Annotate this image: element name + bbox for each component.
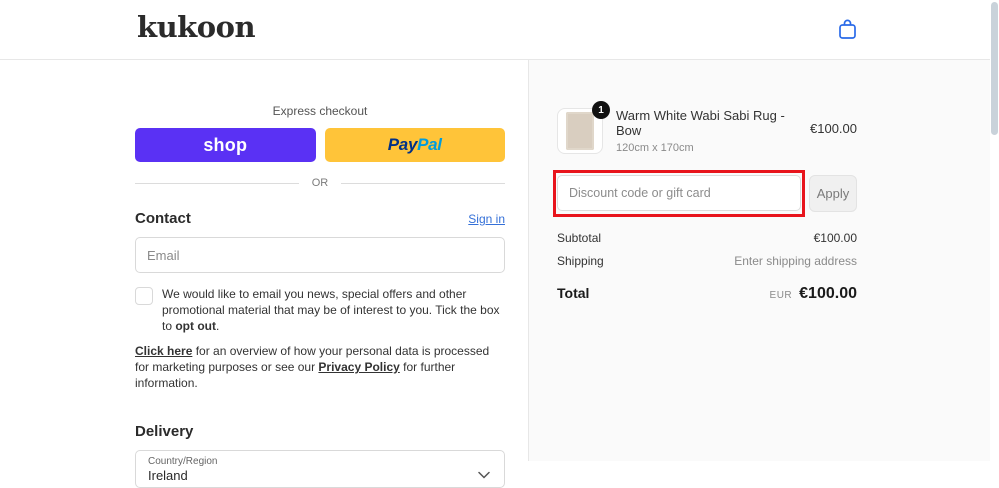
quantity-badge: 1 [592, 101, 610, 119]
or-divider: OR [135, 177, 505, 189]
paypal-button[interactable]: PayPal [324, 128, 505, 162]
express-checkout-label: Express checkout [272, 104, 368, 118]
shopping-bag-icon [838, 19, 857, 43]
shipping-label: Shipping [557, 254, 604, 268]
rug-image [566, 112, 594, 150]
country-select[interactable]: Country/Region Ireland [135, 450, 505, 488]
currency-code: EUR [769, 290, 793, 301]
product-thumbnail: 1 [557, 101, 610, 154]
email-field[interactable] [135, 237, 505, 273]
shop-pay-button[interactable]: shop [135, 128, 316, 162]
optout-label: We would like to email you news, special… [162, 287, 500, 333]
checkout-main: Express checkout shop PayPal OR Contact … [0, 60, 999, 488]
express-buttons: shop PayPal [135, 128, 505, 162]
or-label: OR [311, 177, 329, 189]
discount-code-input[interactable] [557, 175, 801, 211]
click-here-link[interactable]: Click here [135, 344, 192, 358]
product-title: Warm White Wabi Sabi Rug - Bow [616, 108, 785, 138]
discount-row: Apply [553, 170, 857, 217]
paypal-logo: PayPal [387, 135, 442, 154]
shop-pay-logo: shop [203, 134, 248, 155]
total-value: €100.00 [799, 285, 857, 302]
cart-line-item: 1 Warm White Wabi Sabi Rug - Bow 120cm x… [557, 60, 857, 154]
totals-section: Subtotal €100.00 Shipping Enter shipping… [557, 231, 857, 303]
optout-checkbox[interactable] [135, 287, 153, 305]
order-summary-column: 1 Warm White Wabi Sabi Rug - Bow 120cm x… [528, 60, 999, 461]
product-price: €100.00 [810, 121, 857, 136]
privacy-paragraph: Click here for an overview of how your p… [135, 344, 490, 390]
delivery-heading: Delivery [135, 423, 194, 440]
store-logo[interactable]: kukoon [137, 10, 256, 44]
subtotal-label: Subtotal [557, 231, 602, 245]
checkout-form-column: Express checkout shop PayPal OR Contact … [0, 60, 528, 488]
page-scrollbar-track [990, 0, 999, 462]
subtotal-value: €100.00 [813, 231, 857, 245]
checkout-header: kukoon [0, 0, 999, 60]
total-label: Total [557, 285, 590, 301]
cart-button[interactable] [834, 18, 860, 44]
apply-discount-button[interactable]: Apply [809, 175, 857, 212]
shipping-value: Enter shipping address [734, 254, 857, 268]
product-variant: 120cm x 170cm [616, 142, 694, 154]
page-scrollbar-thumb[interactable] [991, 2, 998, 135]
chevron-down-icon [478, 466, 490, 484]
sign-in-link[interactable]: Sign in [468, 212, 505, 226]
privacy-policy-link[interactable]: Privacy Policy [318, 360, 399, 374]
contact-heading: Contact [135, 210, 191, 227]
country-select-value: Ireland [148, 468, 188, 483]
